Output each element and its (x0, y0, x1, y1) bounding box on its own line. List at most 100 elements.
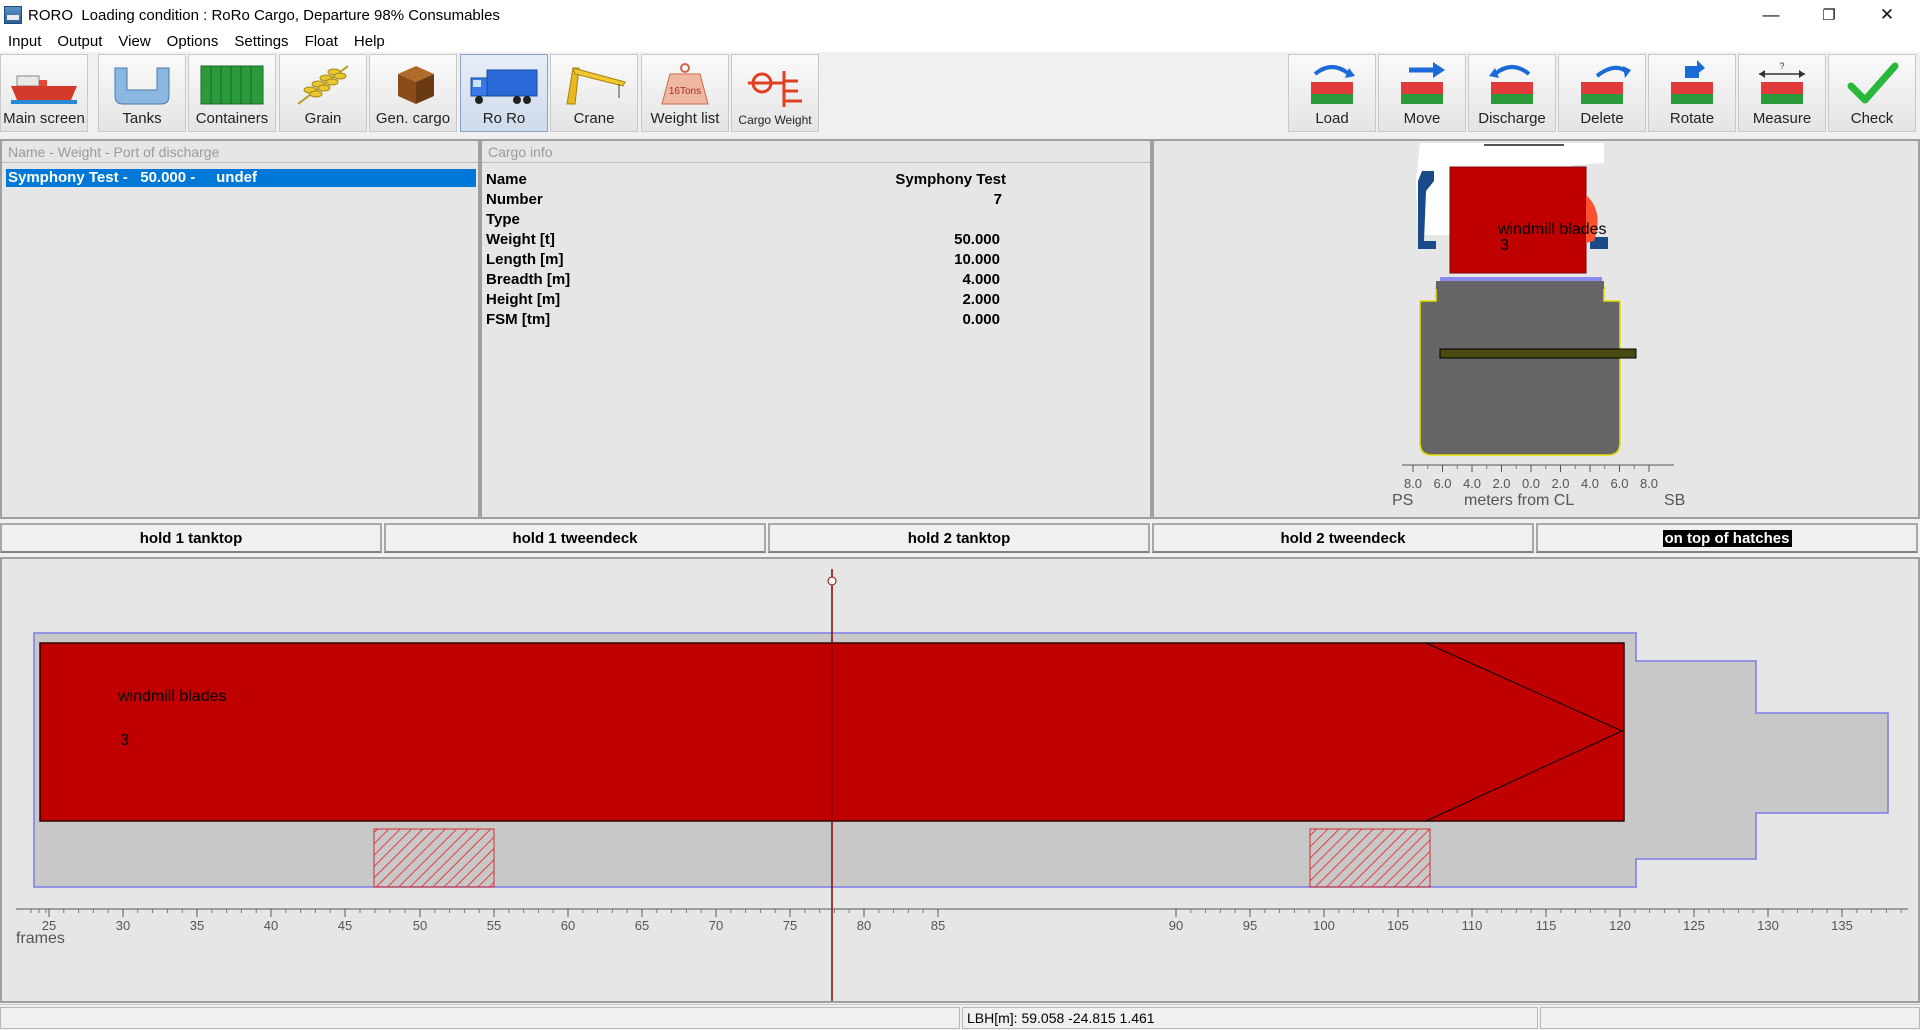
truck-icon (470, 69, 538, 104)
crane-button[interactable]: Crane (550, 54, 638, 132)
plan-cursor-handle[interactable] (827, 576, 837, 586)
weight-icon-text: 16Tons (669, 86, 701, 97)
move-button[interactable]: Move (1378, 54, 1466, 132)
section-view-panel[interactable]: windmill blades 3 8.0 6.0 4.0 2.0 0.0 2.0 4.0 6… (1152, 139, 1920, 519)
close-icon: ✕ (1879, 5, 1895, 24)
container-icon (200, 65, 264, 105)
ship-icon (11, 75, 77, 104)
plan-hatched-area-fwd (1309, 828, 1431, 888)
info-row-breadth: Breadth [m] 4.000 (486, 271, 1006, 291)
tab-hold-1-tweendeck[interactable]: hold 1 tweendeck (384, 523, 766, 553)
cargo-info-header: Cargo info (482, 141, 1150, 163)
info-row-fsm: FSM [tm] 0.000 (486, 311, 1006, 331)
frame-tick-label: 65 (635, 918, 649, 933)
cargo-list-item[interactable]: Symphony Test - 50.000 - undef (6, 169, 476, 187)
grain-button[interactable]: Grain (279, 54, 367, 132)
info-key: Type (486, 211, 520, 228)
frame-tick-label: 120 (1609, 918, 1631, 933)
containers-label: Containers (195, 110, 269, 127)
title-bar: RORO Loading condition : RoRo Cargo, Dep… (0, 0, 1920, 30)
gen-cargo-button[interactable]: Gen. cargo (369, 54, 457, 132)
menu-input[interactable]: Input (0, 33, 49, 50)
menu-float[interactable]: Float (297, 33, 346, 50)
crane-label: Crane (573, 110, 615, 127)
box-icon (398, 66, 434, 104)
check-label: Check (1850, 110, 1894, 127)
restore-button[interactable]: ❐ (1800, 0, 1858, 30)
measure-button[interactable]: ? Measure (1738, 54, 1826, 132)
deck-tabs: hold 1 tanktop hold 1 tweendeck hold 2 t… (0, 519, 1920, 555)
info-row-height: Height [m] 2.000 (486, 291, 1006, 311)
info-row-length: Length [m] 10.000 (486, 251, 1006, 271)
plan-hatched-area-aft (373, 828, 495, 888)
load-button[interactable]: Load (1288, 54, 1376, 132)
minimize-button[interactable]: — (1742, 0, 1800, 30)
tab-hold-1-tanktop[interactable]: hold 1 tanktop (0, 523, 382, 553)
main-screen-button[interactable]: Main screen (0, 54, 88, 132)
plan-cargo-number: 3 (120, 732, 129, 749)
tab-on-top-of-hatches[interactable]: on top of hatches (1536, 523, 1918, 553)
weight-icon: 16Tons (661, 63, 709, 105)
section-tweendeck (1439, 348, 1637, 359)
app-name: RORO (28, 6, 73, 24)
measure-icon: ? (1759, 61, 1805, 104)
tank-icon (114, 67, 170, 105)
section-view-canvas[interactable]: windmill blades 3 8.0 6.0 4.0 2.0 0.0 2.0 4.0 6… (1154, 141, 1918, 517)
info-value: 2.000 (962, 291, 1000, 308)
tab-hold-2-tanktop[interactable]: hold 2 tanktop (768, 523, 1150, 553)
section-tick-label: 0.0 (1522, 476, 1540, 491)
weight-list-button[interactable]: 16Tons Weight list (641, 54, 729, 132)
tab-hold-2-tweendeck[interactable]: hold 2 tweendeck (1152, 523, 1534, 553)
info-key: Height [m] (486, 291, 561, 308)
status-lbh: LBH[m]: 59.058 -24.815 1.461 (962, 1007, 1538, 1029)
section-axis-label: meters from CL (1464, 492, 1574, 509)
frame-tick-label: 100 (1313, 918, 1335, 933)
close-button[interactable]: ✕ (1858, 0, 1916, 30)
plan-view-canvas[interactable]: windmill blades 3 25 30 35 40 45 50 55 60 65 70 75… (2, 559, 1918, 1001)
cargo-info-panel: Cargo info Name Symphony Test Number 7 Typ… (480, 139, 1152, 519)
frame-tick-label: 95 (1243, 918, 1257, 933)
info-row-number: Number 7 (486, 191, 1006, 211)
frame-tick-label: 85 (931, 918, 945, 933)
info-value: 7 (993, 191, 1002, 208)
rotate-button[interactable]: Rotate (1648, 54, 1736, 132)
section-tick-label: 6.0 (1610, 476, 1628, 491)
menu-settings[interactable]: Settings (226, 33, 296, 50)
grain-label: Grain (304, 110, 342, 127)
info-value: Symphony Test (895, 171, 1006, 188)
main-screen-label: Main screen (3, 110, 85, 127)
tab-label: hold 1 tanktop (139, 529, 243, 547)
cargo-weight-button[interactable]: Cargo Weight (731, 54, 819, 132)
roro-label: Ro Ro (482, 110, 526, 127)
tab-label: on top of hatches (1662, 529, 1792, 547)
tanks-button[interactable]: Tanks (98, 54, 186, 132)
plan-view-panel[interactable]: windmill blades 3 25 30 35 40 45 50 55 60 65 70 75… (0, 557, 1920, 1003)
check-button[interactable]: Check (1828, 54, 1916, 132)
rotate-icon (1671, 60, 1713, 104)
discharge-button[interactable]: Discharge (1468, 54, 1556, 132)
cargo-list-panel: Name - Weight - Port of discharge Sympho… (0, 139, 480, 519)
info-key: Breadth [m] (486, 271, 571, 288)
info-row-name: Name Symphony Test (486, 171, 1006, 191)
containers-button[interactable]: Containers (188, 54, 276, 132)
tab-label: hold 1 tweendeck (512, 529, 638, 547)
frame-tick-label: 135 (1831, 918, 1853, 933)
frame-tick-label: 45 (338, 918, 352, 933)
scale-icon (748, 71, 802, 107)
section-hold-top (1436, 281, 1604, 289)
svg-text:?: ? (1779, 61, 1784, 71)
discharge-icon (1489, 65, 1533, 104)
roro-button[interactable]: Ro Ro (460, 54, 548, 132)
menu-bar: Input Output View Options Settings Float… (0, 30, 1920, 52)
menu-output[interactable]: Output (49, 33, 110, 50)
menu-help[interactable]: Help (346, 33, 393, 50)
section-cargo[interactable] (1449, 166, 1587, 274)
delete-button[interactable]: Delete (1558, 54, 1646, 132)
section-tick-label: 8.0 (1640, 476, 1658, 491)
weight-list-label: Weight list (650, 110, 720, 127)
menu-options[interactable]: Options (159, 33, 227, 50)
menu-view[interactable]: View (110, 33, 158, 50)
frame-tick-label: 80 (857, 918, 871, 933)
section-tick-label: 2.0 (1551, 476, 1569, 491)
gen-cargo-label: Gen. cargo (375, 110, 451, 127)
